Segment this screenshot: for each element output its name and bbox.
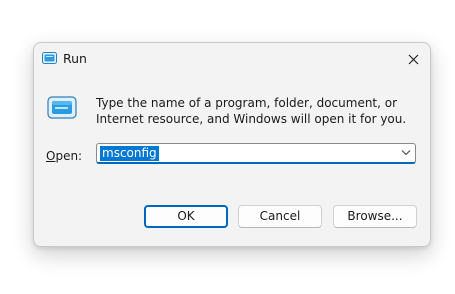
close-button[interactable]	[398, 45, 428, 73]
close-icon	[408, 54, 418, 64]
run-app-icon	[47, 96, 77, 119]
open-label-text: pen:	[55, 149, 83, 163]
window-title: Run	[63, 51, 87, 66]
browse-button[interactable]: Browse...	[333, 205, 417, 228]
open-input-value[interactable]: msconfig	[100, 146, 159, 161]
cancel-button[interactable]: Cancel	[238, 205, 322, 228]
title-bar[interactable]: Run	[34, 43, 430, 75]
run-app-icon	[42, 52, 57, 64]
open-label: Open:	[46, 149, 82, 163]
run-dialog: Run Type the name of a program, folder, …	[33, 42, 431, 247]
ok-button[interactable]: OK	[144, 205, 228, 228]
run-description: Type the name of a program, folder, docu…	[96, 96, 407, 126]
open-combobox[interactable]: msconfig	[96, 143, 416, 164]
chevron-down-icon[interactable]	[401, 149, 411, 156]
